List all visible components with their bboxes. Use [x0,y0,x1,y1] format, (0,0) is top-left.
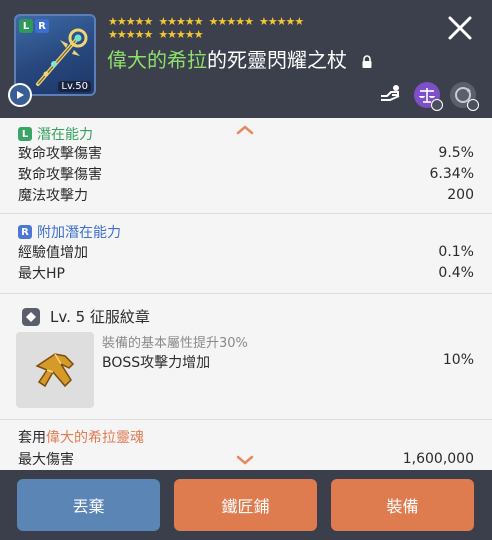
discard-button[interactable]: 丟棄 [17,479,160,531]
stat-value: 0.4% [438,265,474,281]
stat-value: 9.5% [438,145,474,161]
stat-row: 致命攻擊傷害 9.5% [18,143,474,163]
additional-potential-badge: R [18,225,32,239]
set-name: 偉大的希拉靈魂 [46,430,144,446]
potential-title: L 潛在能力 [18,124,93,144]
emblem-image [16,332,94,408]
emblem-diamond-icon [22,307,40,326]
stat-row: 經驗值增加 0.1% [18,242,474,262]
close-icon[interactable] [444,12,476,44]
stat-row: 致命攻擊傷害 6.34% [18,164,474,184]
stat-value: 6.34% [429,166,474,182]
star-group: ★★★★★ [258,15,304,28]
item-title: 偉大的希拉的死靈閃耀之杖 [107,44,373,73]
additional-potential-title: R 附加潛在能力 [18,222,121,242]
chevron-down-icon[interactable] [236,455,254,465]
star-group: ★★★★★ [208,15,254,28]
stat-label: 致命攻擊傷害 [18,146,102,162]
potential-title-text: 潛在能力 [37,127,93,143]
disabled-badge [467,99,479,111]
equip-button[interactable]: 裝備 [331,479,474,531]
star-group: ★★★★★ [108,28,153,41]
conquest-emblem-icon [35,353,75,388]
stat-label: 致命攻擊傷害 [18,167,102,183]
lock-icon [362,54,372,68]
emblem-stat-value: 10% [442,352,474,368]
stat-label: 魔法攻擊力 [18,188,88,204]
potential-badge: L [18,127,32,141]
action-bar: 丟棄 鐵匠鋪 裝備 [0,470,492,540]
emblem-stat-label: BOSS攻擊力增加 [102,355,211,371]
potential-grade-tag: L [19,19,33,33]
item-title-rest: 的死靈閃耀之杖 [207,48,347,72]
header-action-icons [378,82,479,111]
staff-icon [36,28,88,86]
set-effect-title: 套用偉大的希拉靈魂 [18,427,144,447]
emblem-title: Lv. 5 征服紋章 [50,308,150,326]
emblem-stat-row: BOSS攻擊力增加 10% [102,352,474,372]
stat-value: 200 [447,187,474,203]
item-detail-panel[interactable]: L 潛在能力 致命攻擊傷害 9.5% 致命攻擊傷害 6.34% 魔法攻擊力 20… [0,118,492,470]
cycle-icon[interactable] [450,82,479,111]
stat-label: 經驗值增加 [18,245,88,261]
emblem-description: 裝備的基本屬性提升30% [102,336,248,351]
stat-value: 0.1% [438,244,474,260]
set-stat-value: 1,600,000 [402,451,474,467]
item-level-badge: Lv.50 [58,81,91,92]
stat-label: 最大HP [18,266,65,282]
additional-potential-section: R 附加潛在能力 經驗值增加 0.1% 最大HP 0.4% [0,214,492,294]
item-header: L R Lv.50 ★★★★★ ★★★★★ ★★★★★ ★★★★★ ★★★★★ … [0,0,492,118]
scale-icon[interactable] [414,82,443,111]
star-force-row-1: ★★★★★ ★★★★★ ★★★★★ ★★★★★ [108,15,304,28]
stat-row: 最大HP 0.4% [18,263,474,283]
star-group: ★★★★★ [158,28,203,41]
star-force-row-2: ★★★★★ ★★★★★ [108,28,204,41]
potential-section: L 潛在能力 致命攻擊傷害 9.5% 致命攻擊傷害 6.34% 魔法攻擊力 20… [0,118,492,214]
disabled-badge [431,99,443,111]
play-icon[interactable] [8,83,32,107]
blacksmith-button[interactable]: 鐵匠鋪 [174,479,317,531]
star-group: ★★★★★ [158,15,203,28]
trade-icon[interactable] [378,82,404,108]
item-title-highlight: 偉大的希拉 [107,48,207,72]
star-group: ★★★★★ [108,15,153,28]
set-stat-label: 最大傷害 [18,452,74,468]
stat-row: 魔法攻擊力 200 [18,185,474,205]
emblem-header: Lv. 5 征服紋章 [22,306,150,327]
set-prefix: 套用 [18,430,46,446]
additional-potential-title-text: 附加潛在能力 [37,225,121,241]
item-icon-frame[interactable]: L R Lv.50 [14,14,96,96]
